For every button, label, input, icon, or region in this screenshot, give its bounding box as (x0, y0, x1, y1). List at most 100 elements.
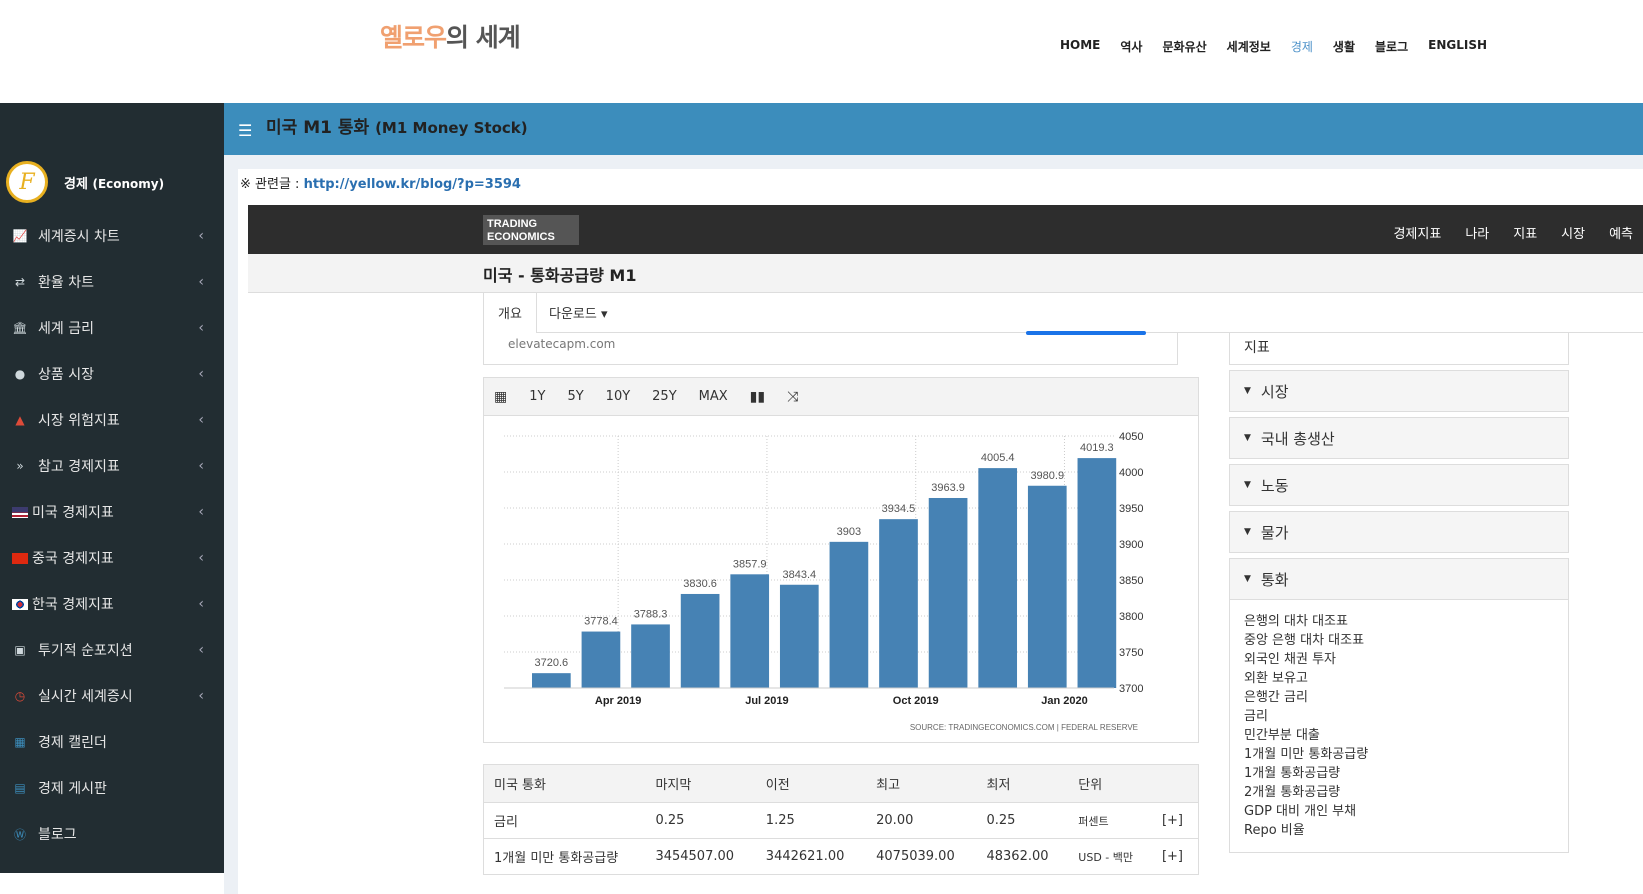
y-tick-label: 3700 (1119, 683, 1143, 695)
list-item[interactable]: 외국인 채권 투자 (1244, 650, 1554, 669)
col-header: 미국 통화 (483, 764, 646, 803)
tab-overview[interactable]: 개요 (483, 293, 537, 333)
sidebar-item-label: 환율 차트 (38, 275, 94, 291)
data-label: 3857.9 (733, 558, 767, 570)
chevron-left-icon: ‹ (198, 274, 204, 290)
bar-chart-icon[interactable]: ▮▮ (750, 389, 765, 405)
list-item[interactable]: GDP 대비 개인 부채 (1244, 802, 1554, 821)
sidebar-item-label: 한국 경제지표 (32, 597, 114, 613)
data-label: 4005.4 (981, 452, 1015, 464)
related-post: ※ 관련글 : http://yellow.kr/blog/?p=3594 (240, 173, 521, 192)
sidebar-item-realtime-stocks[interactable]: ◷ 실시간 세계증시 ‹ (0, 673, 224, 719)
kr-flag-icon (12, 598, 28, 610)
section-prices[interactable]: ▼ 물가 (1229, 511, 1569, 553)
te-nav-indicators[interactable]: 경제지표 (1393, 223, 1441, 242)
sidebar-menu: 📈 세계증시 차트 ‹ ⇄ 환율 차트 ‹ 🏛 세계 금리 ‹ ● 상품 시장 ‹ ▲ 시장 위험… (0, 213, 224, 857)
te-logo[interactable]: TRADING ECONOMICS (483, 215, 579, 245)
caret-down-icon: ▼ (1244, 527, 1251, 537)
section-market[interactable]: ▼ 시장 (1229, 370, 1569, 412)
expand-button[interactable]: [+] (1151, 802, 1199, 839)
bank-icon: 🏛 (12, 321, 28, 335)
tab-download[interactable]: 다운로드 ▾ (535, 293, 622, 333)
list-item[interactable]: 금리 (1244, 707, 1554, 726)
hamburger-menu-icon[interactable]: ☰ (238, 121, 252, 140)
range-1y-button[interactable]: 1Y (529, 389, 545, 404)
sidebar-item-board[interactable]: ▤ 경제 게시판 (0, 765, 224, 811)
data-label: 3903 (837, 526, 861, 538)
clock-icon: ◷ (14, 689, 26, 703)
nav-home[interactable]: HOME (1060, 38, 1100, 55)
sidebar-item-market-risk[interactable]: ▲ 시장 위험지표 ‹ (0, 397, 224, 443)
nav-world-info[interactable]: 세계정보 (1227, 38, 1271, 55)
section-money[interactable]: ▼ 통화 (1229, 558, 1569, 600)
x-tick-label: Jan 2020 (1041, 695, 1087, 707)
te-nav-indicator[interactable]: 지표 (1513, 223, 1537, 242)
te-nav-countries[interactable]: 나라 (1465, 223, 1489, 242)
page-title: 미국 M1 통화 (M1 Money Stock) (266, 113, 528, 138)
sidebar-item-world-stock-chart[interactable]: 📈 세계증시 차트 ‹ (0, 213, 224, 259)
sidebar-item-label: 경제 캘린더 (38, 735, 107, 751)
sidebar-item-world-rates[interactable]: 🏛 세계 금리 ‹ (0, 305, 224, 351)
top-nav: HOME 역사 문화유산 세계정보 경제 생활 블로그 ENGLISH (1060, 38, 1507, 55)
sidebar-item-reference-indicators[interactable]: » 참고 경제지표 ‹ (0, 443, 224, 489)
sidebar-item-calendar[interactable]: ▦ 경제 캘린더 (0, 719, 224, 765)
nav-heritage[interactable]: 문화유산 (1162, 38, 1206, 55)
te-nav-markets[interactable]: 시장 (1561, 223, 1585, 242)
expand-button[interactable]: [+] (1151, 838, 1199, 875)
te-nav-forecast[interactable]: 예측 (1609, 223, 1633, 242)
sidebar-item-china-indicators[interactable]: 중국 경제지표 ‹ (0, 535, 224, 581)
nav-history[interactable]: 역사 (1120, 38, 1142, 55)
list-item[interactable]: 2개월 통화공급량 (1244, 783, 1554, 802)
nav-economy[interactable]: 경제 (1291, 38, 1313, 55)
te-navbar: TRADING ECONOMICS 경제지표 나라 지표 시장 예측 (248, 205, 1643, 254)
y-tick-label: 4050 (1119, 431, 1143, 443)
table-row[interactable]: 금리 0.25 1.25 20.00 0.25 퍼센트 [+] (483, 802, 1199, 839)
list-item[interactable]: 외환 보유고 (1244, 669, 1554, 688)
section-label: 노동 (1260, 476, 1289, 495)
range-5y-button[interactable]: 5Y (567, 389, 583, 404)
list-item[interactable]: 민간부분 대출 (1244, 726, 1554, 745)
nav-life[interactable]: 생활 (1333, 38, 1355, 55)
col-header: 최고 (866, 764, 977, 803)
ad-text: elevatecapm.com (508, 337, 616, 351)
cn-flag-icon (12, 552, 28, 564)
table-cell: 4075039.00 (866, 838, 977, 875)
sidebar-item-us-indicators[interactable]: 미국 경제지표 ‹ (0, 489, 224, 535)
table-row[interactable]: 1개월 미만 통화공급량 3454507.00 3442621.00 40750… (483, 838, 1199, 875)
sidebar-item-blog[interactable]: Ⓦ 블로그 (0, 811, 224, 857)
sidebar-item-korea-indicators[interactable]: 한국 경제지표 ‹ (0, 581, 224, 627)
related-link[interactable]: http://yellow.kr/blog/?p=3594 (304, 177, 521, 192)
sidebar-item-exchange-chart[interactable]: ⇄ 환율 차트 ‹ (0, 259, 224, 305)
col-header (1151, 764, 1199, 803)
chart-box: ▦ 1Y 5Y 10Y 25Y MAX ▮▮ ⤨ 4050 4000 3950 390… (483, 377, 1199, 743)
section-gdp[interactable]: ▼ 국내 총생산 (1229, 417, 1569, 459)
ad-box[interactable]: elevatecapm.com (483, 331, 1178, 365)
ad-button[interactable] (1026, 331, 1146, 335)
nav-blog[interactable]: 블로그 (1375, 38, 1408, 55)
bar (631, 624, 670, 688)
section-labour[interactable]: ▼ 노동 (1229, 464, 1569, 506)
range-25y-button[interactable]: 25Y (652, 389, 676, 404)
nav-english[interactable]: ENGLISH (1428, 38, 1487, 55)
shuffle-icon[interactable]: ⤨ (787, 389, 798, 405)
user-name-main: 경제 (64, 176, 88, 192)
sidebar-item-commodities[interactable]: ● 상품 시장 ‹ (0, 351, 224, 397)
list-item[interactable]: 1개월 미만 통화공급량 (1244, 745, 1554, 764)
user-name-sub: (Economy) (92, 176, 165, 191)
list-item[interactable]: 은행의 대차 대조표 (1244, 612, 1554, 631)
sidebar-item-speculative-positions[interactable]: ▣ 투기적 순포지션 ‹ (0, 627, 224, 673)
data-label: 4019.3 (1080, 442, 1114, 454)
range-10y-button[interactable]: 10Y (606, 389, 630, 404)
globe-icon: ● (14, 367, 26, 381)
right-top-item[interactable]: 지표 (1229, 333, 1569, 365)
site-logo[interactable]: 옐로우의 세계 (380, 18, 521, 54)
exchange-icon: ⇄ (14, 275, 26, 289)
calendar-icon[interactable]: ▦ (494, 389, 507, 405)
y-tick-label: 3950 (1119, 503, 1143, 515)
section-label: 통화 (1260, 570, 1289, 589)
list-item[interactable]: 은행간 금리 (1244, 688, 1554, 707)
list-item[interactable]: Repo 비율 (1244, 821, 1554, 840)
list-item[interactable]: 중앙 은행 대차 대조표 (1244, 631, 1554, 650)
list-item[interactable]: 1개월 통화공급량 (1244, 764, 1554, 783)
range-max-button[interactable]: MAX (699, 389, 728, 404)
